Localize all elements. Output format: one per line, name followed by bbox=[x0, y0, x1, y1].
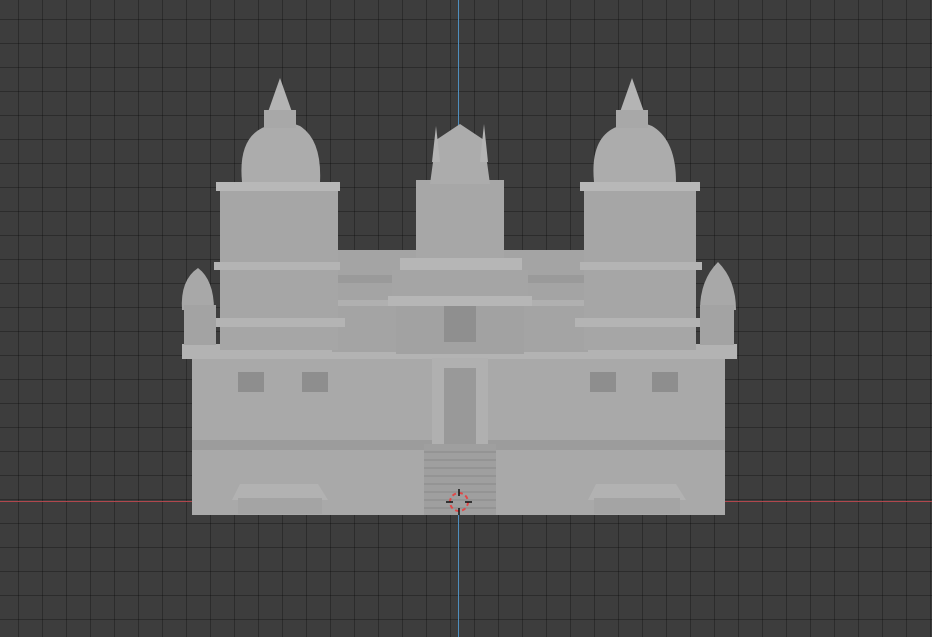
3d-viewport[interactable] bbox=[0, 0, 932, 637]
left-tower-spire bbox=[268, 78, 292, 112]
temple-mesh-icon[interactable] bbox=[0, 0, 932, 637]
gate-tower-upper bbox=[416, 180, 504, 260]
right-pavilion bbox=[588, 484, 686, 500]
left-pavilion-base bbox=[238, 498, 322, 514]
window bbox=[302, 372, 328, 392]
right-tower-ledge bbox=[580, 262, 702, 270]
left-tower-ledge bbox=[214, 262, 340, 270]
window bbox=[652, 372, 678, 392]
doorway bbox=[444, 368, 476, 444]
window bbox=[590, 372, 616, 392]
right-side-dome-base bbox=[700, 305, 734, 345]
left-tower-ledge bbox=[216, 182, 340, 191]
3d-cursor-icon[interactable] bbox=[446, 489, 472, 515]
left-tower-ledge bbox=[205, 318, 345, 327]
right-tower-ledge bbox=[580, 182, 700, 191]
right-side-dome bbox=[700, 262, 736, 310]
right-tower-dome bbox=[593, 122, 676, 182]
gate-tower-ledge bbox=[400, 258, 522, 270]
left-pavilion bbox=[232, 484, 328, 500]
window bbox=[238, 372, 264, 392]
left-side-dome bbox=[181, 268, 214, 310]
right-tower-spire-base bbox=[616, 110, 648, 128]
right-tower-spire bbox=[620, 78, 644, 112]
gate-niche bbox=[444, 306, 476, 342]
left-side-dome-base bbox=[184, 305, 216, 345]
left-tower-dome bbox=[241, 122, 321, 182]
left-tower-spire-base bbox=[264, 110, 296, 128]
right-tower-ledge bbox=[575, 318, 713, 327]
right-pavilion-base bbox=[594, 498, 680, 514]
gate-tower-mid bbox=[392, 270, 528, 300]
gate-tower-ledge bbox=[388, 296, 532, 306]
